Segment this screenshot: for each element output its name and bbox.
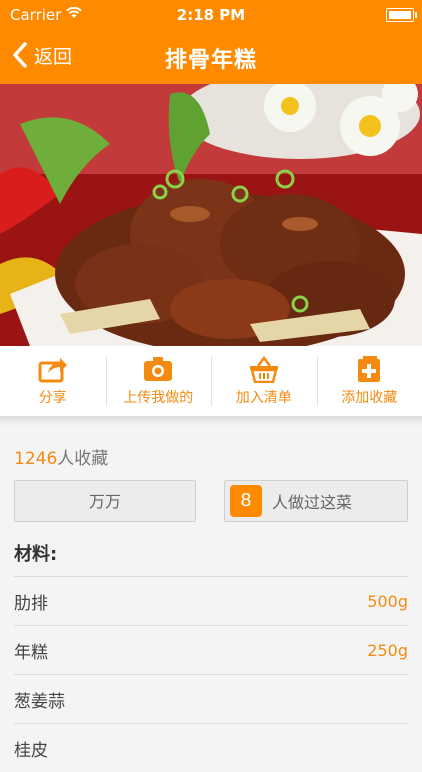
ingredient-name: 肋排 bbox=[14, 589, 48, 614]
share-button[interactable]: 分享 bbox=[0, 346, 106, 416]
upload-mine-button[interactable]: 上传我做的 bbox=[106, 346, 212, 416]
basket-icon bbox=[249, 355, 279, 383]
add-to-list-label: 加入清单 bbox=[236, 387, 292, 407]
nav-header: Carrier 2:18 PM 返回 排骨年糕 bbox=[0, 0, 422, 84]
favorites-count: 1246人收藏 bbox=[14, 444, 108, 469]
upload-mine-label: 上传我做的 bbox=[123, 387, 193, 407]
favorites-number: 1246 bbox=[14, 449, 57, 469]
ingredient-amount: 500g bbox=[367, 592, 408, 611]
add-favorite-label: 添加收藏 bbox=[341, 387, 397, 407]
made-count-badge: 8 bbox=[230, 485, 262, 517]
status-bar: Carrier 2:18 PM bbox=[0, 0, 422, 30]
share-icon bbox=[38, 355, 68, 383]
action-bar: 分享 上传我做的 加入清单 添加收藏 bbox=[0, 346, 422, 416]
made-label: 人做过这菜 bbox=[272, 489, 352, 513]
ingredient-name: 桂皮 bbox=[14, 736, 48, 761]
ingredients-list: 肋排 500g 年糕 250g 葱姜蒜 桂皮 bbox=[14, 576, 408, 772]
list-item: 桂皮 bbox=[14, 723, 408, 772]
page-title: 排骨年糕 bbox=[0, 42, 422, 74]
ingredient-name: 年糕 bbox=[14, 638, 48, 663]
favorites-label: 人收藏 bbox=[57, 449, 108, 469]
divider bbox=[0, 416, 422, 426]
add-favorite-button[interactable]: 添加收藏 bbox=[317, 346, 422, 416]
share-label: 分享 bbox=[39, 387, 67, 407]
camera-icon bbox=[143, 355, 173, 383]
list-item: 肋排 500g bbox=[14, 576, 408, 625]
made-this-button[interactable]: 8 人做过这菜 bbox=[224, 480, 408, 522]
add-favorite-icon bbox=[354, 355, 384, 383]
list-item: 年糕 250g bbox=[14, 625, 408, 674]
list-item: 葱姜蒜 bbox=[14, 674, 408, 723]
ingredients-title: 材料: bbox=[14, 540, 57, 566]
user-name-field[interactable]: 万万 bbox=[14, 480, 196, 522]
ingredient-amount: 250g bbox=[367, 641, 408, 660]
ingredient-name: 葱姜蒜 bbox=[14, 687, 65, 712]
dish-photo bbox=[0, 84, 422, 346]
status-time: 2:18 PM bbox=[0, 6, 422, 24]
add-to-list-button[interactable]: 加入清单 bbox=[211, 346, 317, 416]
battery-icon bbox=[386, 8, 414, 22]
dish-photo-illustration bbox=[0, 84, 422, 346]
